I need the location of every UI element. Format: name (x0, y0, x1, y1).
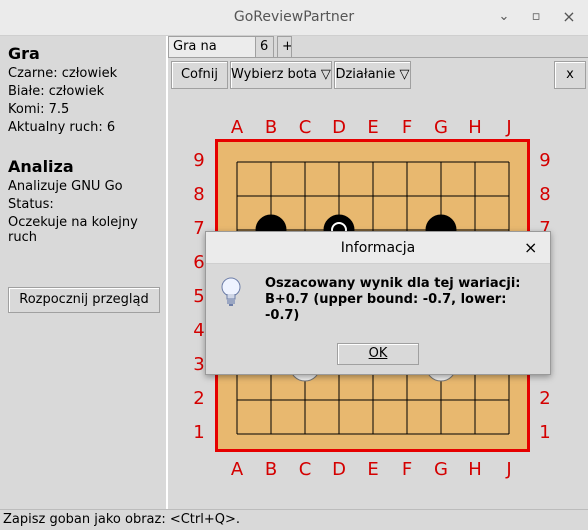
dialog-close-button[interactable]: × (524, 238, 537, 257)
col-label: D (332, 459, 346, 480)
status-bar: Zapisz goban jako obraz: <Ctrl+Q>. (0, 509, 588, 530)
col-label: B (264, 459, 278, 480)
white-player: Białe: człowiek (8, 84, 105, 99)
dialog-title-bar: Informacja × (206, 232, 550, 264)
action-button[interactable]: Działanie ▽ (334, 61, 411, 89)
dialog-message: Oszacowany wynik dla tej wariacji: B+0.7… (265, 276, 521, 323)
maximize-button[interactable]: ▫ (528, 9, 544, 25)
analysis-heading: Analiza (8, 157, 74, 176)
col-label: F (401, 459, 413, 480)
row-label: 1 (193, 422, 205, 443)
col-label: A (230, 459, 244, 480)
col-label: G (434, 459, 448, 480)
col-label: E (367, 459, 379, 480)
row-label: 9 (193, 150, 205, 171)
col-label: F (401, 117, 413, 138)
status-value: Oczekuje na kolejny ruch (8, 215, 138, 245)
col-label: C (298, 459, 312, 480)
game-heading: Gra (8, 44, 40, 63)
tab-live-game[interactable]: Gra na żywo (168, 36, 256, 74)
minimize-button[interactable]: ⌄ (496, 9, 512, 25)
col-label: G (434, 117, 448, 138)
row-label: 1 (539, 422, 551, 443)
analyzer-name: Analizuje GNU Go (8, 179, 123, 194)
row-label: 8 (193, 184, 205, 205)
col-label: H (468, 459, 482, 480)
col-label: C (298, 117, 312, 138)
close-tab-button[interactable]: x (554, 61, 586, 89)
col-label: B (264, 117, 278, 138)
col-label: J (506, 459, 512, 480)
tab-move-6[interactable]: 6 (255, 36, 274, 57)
tab-add[interactable]: + (277, 36, 292, 57)
col-label: A (230, 117, 244, 138)
current-move: Aktualny ruch: 6 (8, 120, 116, 135)
status-text: Zapisz goban jako obraz: <Ctrl+Q>. (3, 512, 241, 527)
status-label: Status: (8, 197, 54, 212)
col-label: E (367, 117, 379, 138)
row-label: 8 (539, 184, 551, 205)
row-label: 2 (539, 388, 551, 409)
choose-bot-button[interactable]: Wybierz bota ▽ (230, 61, 332, 89)
start-review-button[interactable]: Rozpocznij przegląd (8, 287, 160, 313)
ok-button[interactable]: OK (337, 343, 419, 365)
undo-button[interactable]: Cofnij (171, 61, 228, 89)
komi: Komi: 7.5 (8, 102, 70, 117)
close-window-button[interactable]: × (561, 9, 577, 25)
lightbulb-icon (221, 277, 241, 306)
dialog-title: Informacja (340, 240, 416, 256)
col-label: J (506, 117, 512, 138)
col-label: H (468, 117, 482, 138)
title-bar: GoReviewPartner ⌄ ▫ × (0, 0, 588, 36)
row-label: 9 (539, 150, 551, 171)
col-label: D (332, 117, 346, 138)
black-player: Czarne: człowiek (8, 66, 118, 81)
info-dialog: Informacja × Oszacowany wynik dla tej wa… (205, 231, 551, 375)
row-label: 2 (193, 388, 205, 409)
game-info-panel: Gra Czarne: człowiek Białe: człowiek Kom… (0, 36, 168, 509)
